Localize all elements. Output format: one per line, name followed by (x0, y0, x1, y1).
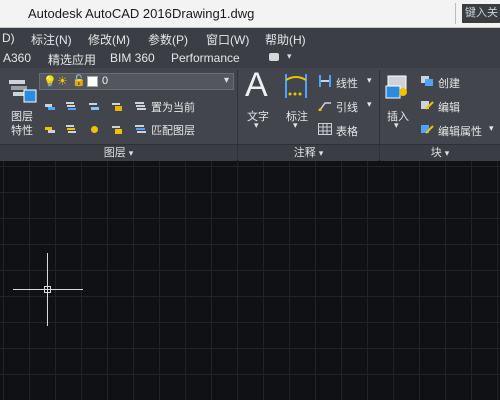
layer-unlock-icon[interactable] (112, 124, 123, 135)
dimension-tool-icon[interactable] (283, 72, 309, 102)
layer-lock-icon[interactable] (112, 101, 123, 112)
edit-attributes-icon[interactable] (420, 123, 434, 135)
annotation-panel-title: 注释 (293, 147, 316, 159)
edit-attributes-dropdown-icon[interactable]: ▾ (489, 123, 494, 134)
annotation-panel-expand-icon[interactable]: ▾ (319, 148, 324, 158)
edit-block-icon[interactable] (420, 99, 434, 111)
layer-on-icon[interactable] (45, 124, 56, 135)
tab-options-icon[interactable] (269, 53, 279, 61)
leader-button[interactable]: 引线 (336, 99, 358, 115)
app-title: Autodesk AutoCAD 2016 (28, 6, 172, 21)
layer-properties-icon[interactable] (8, 78, 38, 106)
tab-bim360[interactable]: BIM 360 (110, 51, 155, 65)
make-current-button[interactable]: 置为当前 (151, 99, 195, 115)
block-panel-expand-icon[interactable]: ▾ (445, 148, 450, 158)
edit-block-button[interactable]: 编辑 (438, 99, 460, 115)
tab-performance[interactable]: Performance (171, 51, 240, 65)
crosshair-pickbox (44, 286, 51, 293)
drawing-canvas[interactable] (0, 161, 500, 400)
layer-off-icon[interactable] (45, 101, 56, 112)
search-input[interactable]: 键入关 (462, 4, 500, 23)
layer-isolate-icon[interactable] (66, 101, 77, 112)
menu-item-modify[interactable]: 修改(M) (88, 31, 130, 48)
tab-options-dropdown-icon[interactable]: ▾ (287, 51, 292, 62)
edit-attributes-button[interactable]: 编辑属性 (438, 123, 482, 139)
menu-item-dimension[interactable]: 标注(N) (31, 31, 72, 48)
create-block-icon[interactable] (420, 75, 434, 87)
layer-dropdown-arrow-icon[interactable]: ▾ (224, 75, 229, 86)
table-icon[interactable] (318, 123, 332, 135)
match-layer-button[interactable]: 匹配图层 (151, 122, 195, 138)
menu-item-dimension-partial[interactable]: D) (2, 31, 15, 45)
leader-dropdown-icon[interactable]: ▾ (367, 99, 372, 110)
layers-panel-bar[interactable]: 图层 ▾ (0, 144, 237, 162)
annotation-panel-bar[interactable]: 注释 ▾ (238, 144, 379, 162)
linear-dimension-icon[interactable] (318, 75, 332, 87)
match-layer-icon[interactable] (135, 124, 146, 135)
leader-icon[interactable] (318, 99, 332, 111)
make-current-icon[interactable] (135, 101, 146, 112)
menu-bar: D) 标注(N) 修改(M) 参数(P) 窗口(W) 帮助(H) (0, 28, 500, 48)
menu-item-help[interactable]: 帮助(H) (265, 31, 306, 48)
layer-dropdown[interactable]: 💡 ☀ 🔓 0 ▾ (39, 73, 234, 90)
layers-panel-expand-icon[interactable]: ▾ (129, 148, 134, 158)
block-panel-bar[interactable]: 块 ▾ (380, 144, 500, 162)
ribbon-tab-bar: A360 精选应用 BIM 360 Performance ▾ (0, 48, 500, 68)
lightbulb-icon[interactable]: 💡 (43, 75, 57, 88)
document-title: Drawing1.dwg (172, 6, 255, 21)
layer-color-swatch[interactable] (87, 76, 98, 87)
menu-item-parameters[interactable]: 参数(P) (148, 31, 188, 48)
block-panel-title: 块 (430, 147, 442, 159)
dimension-tool-dropdown-icon[interactable]: ▾ (293, 120, 298, 131)
insert-block-icon[interactable] (384, 72, 412, 102)
linear-dimension-dropdown-icon[interactable]: ▾ (367, 75, 372, 86)
tab-a360[interactable]: A360 (3, 51, 31, 65)
layer-freeze-icon[interactable] (89, 101, 100, 112)
title-separator (455, 3, 456, 24)
insert-block-dropdown-icon[interactable]: ▾ (394, 120, 399, 131)
layer-unisolate-icon[interactable] (66, 124, 77, 135)
layer-properties-label-2[interactable]: 特性 (11, 122, 33, 138)
menu-item-window[interactable]: 窗口(W) (206, 31, 249, 48)
text-tool-dropdown-icon[interactable]: ▾ (254, 120, 259, 131)
text-tool-icon[interactable]: A (245, 66, 268, 105)
linear-dimension-button[interactable]: 线性 (336, 75, 358, 91)
layers-panel-title: 图层 (103, 147, 126, 159)
unlock-icon[interactable]: 🔓 (72, 74, 86, 87)
layer-thaw-icon[interactable] (89, 124, 100, 135)
table-button[interactable]: 表格 (336, 123, 358, 139)
tab-featured-apps[interactable]: 精选应用 (48, 51, 96, 68)
create-block-button[interactable]: 创建 (438, 75, 460, 91)
sun-icon[interactable]: ☀ (57, 74, 68, 88)
title-bar: Autodesk AutoCAD 2016 Drawing1.dwg 键入关 (0, 0, 500, 28)
layer-name-value: 0 (102, 75, 109, 87)
